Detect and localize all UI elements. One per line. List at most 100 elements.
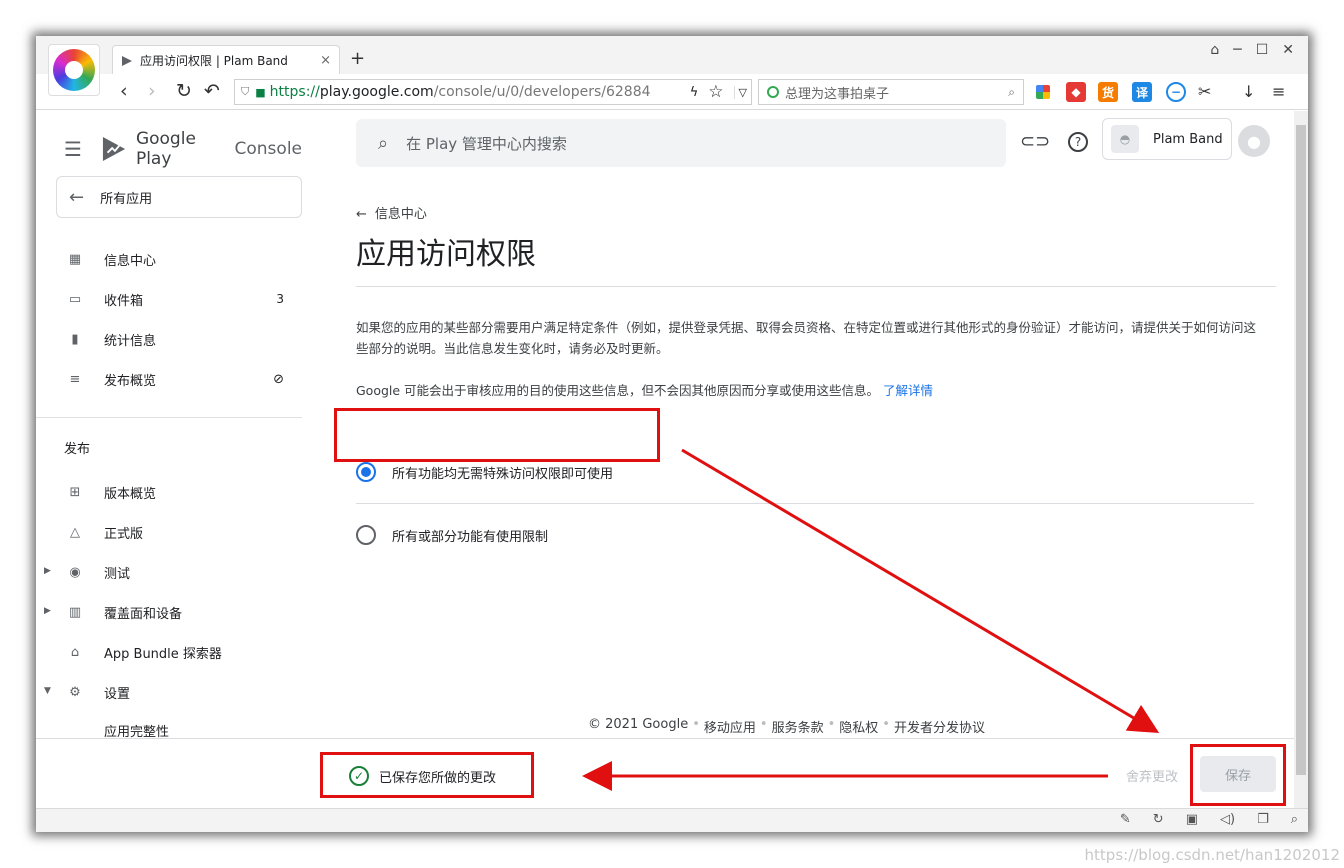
sidebar-item-testing[interactable]: ◉ 测试 <box>64 561 284 583</box>
breadcrumb[interactable]: ← 信息中心 <box>356 203 427 222</box>
expand-reach-icon[interactable]: ▶ <box>44 606 51 616</box>
minimize-icon[interactable]: ─ <box>1233 42 1241 58</box>
sidebar-item-label: 设置 <box>104 686 131 702</box>
footer-separator: • <box>882 717 890 732</box>
zoom-icon[interactable]: ⌕ <box>1291 812 1298 827</box>
inbox-count-badge: 3 <box>276 292 284 306</box>
title-divider <box>356 286 1276 287</box>
shield-icon: ⛉ <box>241 85 250 98</box>
saved-status: ✓ 已保存您所做的更改 <box>349 766 496 786</box>
radio-unselected-icon <box>356 525 376 545</box>
ext-translate-icon[interactable]: 译 <box>1132 82 1152 102</box>
undo-close-icon[interactable]: ↶ <box>204 80 220 102</box>
copyright: © 2021 Google <box>588 717 689 732</box>
footer-separator: • <box>827 717 836 732</box>
save-button[interactable]: 保存 <box>1200 756 1276 792</box>
skin-icon[interactable]: ⌂ <box>1210 42 1219 58</box>
reach-devices-icon: ▥ <box>68 604 82 620</box>
sidebar-item-publish-overview[interactable]: ≡ 发布概览 ⊘ <box>64 368 284 390</box>
browser-logo[interactable] <box>48 44 100 96</box>
collapse-settings-icon[interactable]: ▼ <box>44 686 51 696</box>
magnifier-icon[interactable]: ⌕ <box>1008 85 1015 100</box>
dropdown-chevron-icon[interactable]: ▽ <box>733 85 751 99</box>
help-icon[interactable]: ? <box>1068 132 1088 152</box>
footer-link-dda[interactable]: 开发者分发协议 <box>894 717 985 736</box>
all-apps-button[interactable]: ← 所有应用 <box>56 176 302 218</box>
refresh-icon[interactable]: ↻ <box>1153 812 1164 827</box>
brand: ☰ Google Play Console <box>64 129 302 169</box>
flash-icon[interactable]: ϟ <box>690 85 699 100</box>
arrow-back-icon: ← <box>69 186 85 208</box>
browser-tab[interactable]: 应用访问权限 | Plam Band × <box>112 45 340 75</box>
sidebar-item-reach-devices[interactable]: ▥ 覆盖面和设备 <box>64 601 284 623</box>
hamburger-menu-icon[interactable]: ☰ <box>64 137 82 161</box>
bookmark-star-icon[interactable]: ☆ <box>708 82 723 102</box>
arrow-back-icon: ← <box>356 207 367 222</box>
tab-close-icon[interactable]: × <box>320 53 331 68</box>
window-icon[interactable]: ❐ <box>1257 812 1269 827</box>
sidebar-divider <box>36 417 302 418</box>
download-icon[interactable]: ↓ <box>1242 82 1255 101</box>
new-tab-button[interactable]: + <box>350 48 365 69</box>
learn-more-link[interactable]: 了解详情 <box>883 383 933 398</box>
usage-note-text: Google 可能会出于审核应用的目的使用这些信息，但不会因其他原因而分享或使用… <box>356 383 880 398</box>
back-icon[interactable]: ‹ <box>120 80 128 102</box>
sidebar-item-bundle-explorer[interactable]: ⌂ App Bundle 探索器 <box>64 641 284 663</box>
sidebar-item-label: 覆盖面和设备 <box>104 606 183 622</box>
footer-link-mobile[interactable]: 移动应用 <box>704 717 756 736</box>
sidebar-item-statistics[interactable]: ▮ 统计信息 <box>64 328 284 350</box>
ext-goods-icon[interactable]: 货 <box>1098 82 1118 102</box>
trash-icon[interactable]: ▣ <box>1186 812 1198 827</box>
sidebar-item-release-overview[interactable]: ⊞ 版本概览 <box>64 481 284 503</box>
footer-link-privacy[interactable]: 隐私权 <box>839 717 878 736</box>
bundle-explorer-icon: ⌂ <box>70 644 80 660</box>
link-icon[interactable]: ⊂⊃ <box>1020 131 1050 152</box>
volume-icon[interactable]: ◁) <box>1220 812 1235 827</box>
apps-grid-icon[interactable] <box>1036 85 1050 99</box>
forward-icon[interactable]: › <box>148 80 156 102</box>
url-protocol: https:// <box>269 84 320 100</box>
browser-toolbar: ‹ › ↻ ↶ ⛉ ■ https://play.google.com/cons… <box>36 74 1308 110</box>
android-icon: ◓ <box>1111 125 1139 153</box>
console-search-placeholder: 在 Play 管理中心内搜索 <box>406 134 567 153</box>
developer-account-switcher[interactable]: ◓ Plam Band <box>1102 118 1232 160</box>
scissors-icon[interactable]: ✂ <box>1198 82 1211 101</box>
address-bar[interactable]: ⛉ ■ https://play.google.com/console/u/0/… <box>234 79 752 105</box>
search-icon: ⌕ <box>378 132 389 154</box>
sidebar-item-settings[interactable]: ⚙ 设置 <box>64 681 284 703</box>
sidebar: ☰ Google Play Console ← 所有应用 ▦ 信息中心 ▭ 收件… <box>36 111 302 808</box>
sidebar-item-label: App Bundle 探索器 <box>104 646 222 662</box>
sidebar-item-inbox[interactable]: ▭ 收件箱 3 <box>64 288 284 310</box>
console-search-input[interactable]: ⌕ 在 Play 管理中心内搜索 <box>356 119 1006 167</box>
sidebar-item-dashboard[interactable]: ▦ 信息中心 <box>64 248 284 270</box>
pin-icon[interactable]: ✎ <box>1120 812 1131 827</box>
option-divider <box>356 503 1254 504</box>
expand-testing-icon[interactable]: ▶ <box>44 566 51 576</box>
breadcrumb-label: 信息中心 <box>374 207 427 222</box>
brand-google-play: Google Play <box>135 129 196 169</box>
stats-icon: ▮ <box>71 331 79 347</box>
sidebar-item-production[interactable]: △ 正式版 <box>64 521 284 543</box>
discard-changes-button[interactable]: 舍弃更改 <box>1126 766 1178 785</box>
tab-strip: 应用访问权限 | Plam Band × + ⌂ ─ ☐ ✕ <box>36 36 1308 75</box>
user-avatar[interactable]: ● <box>1238 125 1270 157</box>
footer-link-terms[interactable]: 服务条款 <box>772 717 824 736</box>
usage-note: Google 可能会出于审核应用的目的使用这些信息，但不会因其他原因而分享或使用… <box>356 380 1256 399</box>
saved-message: 已保存您所做的更改 <box>379 770 497 786</box>
reload-icon[interactable]: ↻ <box>176 80 192 102</box>
brand-console: Console <box>229 139 303 159</box>
scrollbar-thumb[interactable] <box>1296 125 1306 775</box>
ext-minus-icon[interactable]: − <box>1166 82 1186 102</box>
close-window-icon[interactable]: ✕ <box>1282 42 1294 58</box>
page-scrollbar[interactable] <box>1294 111 1308 808</box>
game-icon[interactable]: ◆ <box>1066 82 1086 102</box>
maximize-icon[interactable]: ☐ <box>1256 42 1269 58</box>
watermark: https://blog.csdn.net/han1202012 <box>1084 846 1340 864</box>
sidebar-item-label: 测试 <box>104 566 131 582</box>
url-path: /console/u/0/developers/62884 <box>433 84 651 100</box>
radio-restricted[interactable]: 所有或部分功能有使用限制 <box>356 525 548 545</box>
menu-icon[interactable]: ≡ <box>1272 82 1285 101</box>
radio-selected-icon <box>356 462 376 482</box>
browser-search-box[interactable]: 总理为这事拍桌子 ⌕ <box>758 79 1024 105</box>
radio-no-restrictions[interactable]: 所有功能均无需特殊访问权限即可使用 <box>356 462 613 482</box>
